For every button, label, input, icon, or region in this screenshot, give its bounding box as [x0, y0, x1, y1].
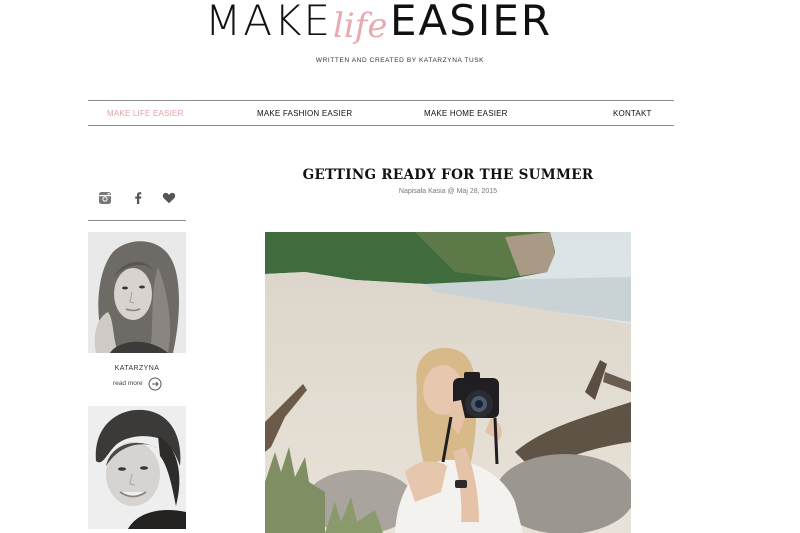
author-name: KATARZYNA — [114, 365, 160, 372]
logo-make-text: MAKE — [205, 0, 333, 45]
author-photo-second[interactable] — [88, 406, 186, 529]
social-icons — [88, 188, 186, 210]
nav-item-make-home-easier[interactable]: MAKE HOME EASIER — [424, 109, 508, 118]
author-photo-katarzyna[interactable] — [88, 232, 186, 353]
site-tagline: WRITTEN AND CREATED BY KATARZYNA TUSK — [315, 57, 485, 64]
nav-item-kontakt[interactable]: KONTAKT — [613, 109, 652, 118]
heart-icon[interactable] — [162, 191, 176, 205]
post-hero-image[interactable] — [265, 232, 631, 533]
logo-life-text: life — [333, 6, 388, 46]
post-meta: Napisała Kasia @ Maj 28, 2015 — [398, 188, 498, 195]
logo-easier-text: EASIER — [390, 0, 553, 45]
read-more-label: read more — [113, 380, 143, 387]
facebook-icon[interactable] — [131, 191, 145, 205]
nav-item-make-fashion-easier[interactable]: MAKE FASHION EASIER — [257, 109, 352, 118]
main-nav: MAKE LIFE EASIER MAKE FASHION EASIER MAK… — [88, 100, 674, 126]
arrow-right-icon[interactable] — [148, 377, 162, 391]
site-logo[interactable]: MAKE life EASIER — [0, 0, 800, 60]
nav-item-make-life-easier[interactable]: MAKE LIFE EASIER — [107, 109, 184, 118]
sidebar-divider — [88, 220, 186, 221]
instagram-icon[interactable] — [98, 191, 112, 205]
post-title[interactable]: GETTING READY FOR THE SUMMER — [290, 167, 606, 183]
